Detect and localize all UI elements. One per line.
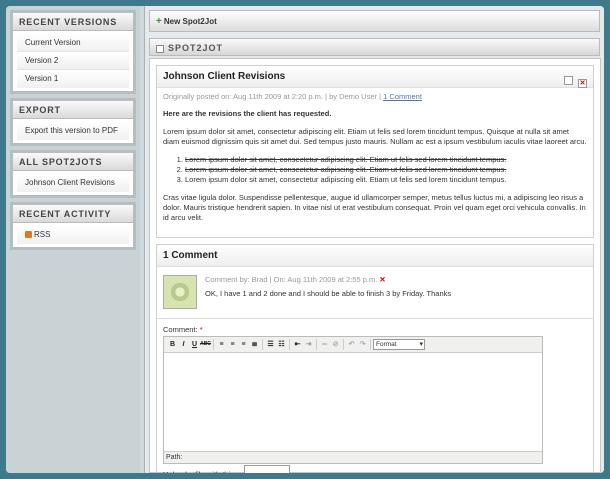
comment-textarea[interactable] [164, 353, 542, 451]
comment: Comment by: Brad | On: Aug 11th 2009 at … [157, 267, 593, 319]
content-panel: Johnson Client Revisions ✕ Originally po… [149, 58, 601, 473]
upload-label: Upload a file with this comment: [157, 464, 593, 473]
redo-icon[interactable]: ↷ [357, 339, 368, 350]
delete-icon[interactable]: ✕ [578, 79, 587, 88]
new-spot2jot-button[interactable]: + New Spot2Jot [156, 16, 217, 27]
post-heading: Here are the revisions the client has re… [163, 109, 332, 118]
recent-activity-panel: RECENT ACTIVITY RSS [10, 202, 136, 250]
avatar [163, 275, 197, 309]
link-icon[interactable]: ∞ [319, 339, 330, 350]
underline-icon[interactable]: U [189, 339, 200, 350]
sidebar-item-current-version[interactable]: Current Version [17, 34, 129, 52]
italic-icon[interactable]: I [178, 339, 189, 350]
post: Johnson Client Revisions ✕ Originally po… [156, 65, 594, 238]
recent-versions-panel: RECENT VERSIONS Current Version Version … [10, 10, 136, 94]
post-title-bar: Johnson Client Revisions ✕ [157, 66, 593, 88]
required-mark: * [199, 325, 203, 334]
list-item: Lorem ipsum dolor sit amet, consectetur … [185, 155, 587, 165]
comment-label: Comment: * [157, 319, 593, 336]
align-justify-icon[interactable]: ≣ [249, 339, 260, 350]
undo-icon[interactable]: ↶ [346, 339, 357, 350]
section-title: SPOT2JOT [168, 43, 224, 53]
file-browse-button[interactable] [244, 465, 290, 473]
bold-icon[interactable]: B [167, 339, 178, 350]
sidebar-item-export-pdf[interactable]: Export this version to PDF [17, 122, 129, 140]
comment-meta: Comment by: Brad | On: Aug 11th 2009 at … [205, 275, 587, 284]
delete-comment-icon[interactable]: ✕ [379, 275, 385, 284]
align-center-icon[interactable]: ≡ [227, 339, 238, 350]
all-spot2jots-panel: ALL SPOT2JOTS Johnson Client Revisions [10, 150, 136, 198]
sidebar: RECENT VERSIONS Current Version Version … [6, 6, 140, 473]
post-paragraph-2: Cras vitae ligula dolor. Suspendisse pel… [163, 193, 586, 222]
edit-icon[interactable] [564, 76, 573, 85]
numbered-list-icon[interactable]: ☷ [276, 339, 287, 350]
align-left-icon[interactable]: ≡ [216, 339, 227, 350]
app-frame: RECENT VERSIONS Current Version Version … [6, 6, 604, 473]
indent-icon[interactable]: ⇥ [303, 339, 314, 350]
format-select[interactable]: Format [373, 339, 425, 350]
post-title: Johnson Client Revisions [163, 71, 286, 82]
export-heading: EXPORT [13, 101, 133, 119]
comment-editor: BIUABC≡≡≡≣☰☷⇤⇥∞⊘↶↷Format Path: [163, 336, 543, 464]
main-area: + New Spot2Jot SPOT2JOT Johnson Client Re… [144, 6, 604, 473]
plus-icon: + [156, 16, 162, 27]
post-meta: Originally posted on: Aug 11th 2009 at 2… [157, 88, 593, 105]
outdent-icon[interactable]: ⇤ [292, 339, 303, 350]
comments-link[interactable]: 1 Comment [383, 92, 422, 101]
comments-section: 1 Comment Comment by: Brad | On: Aug 11t… [156, 244, 594, 473]
post-paragraph-1: Lorem ipsum dolor sit amet, consectetur … [163, 127, 587, 146]
pencil-icon [156, 44, 164, 53]
bullet-list-icon[interactable]: ☰ [265, 339, 276, 350]
unlink-icon[interactable]: ⊘ [330, 339, 341, 350]
recent-versions-heading: RECENT VERSIONS [13, 13, 133, 31]
rss-label: RSS [34, 230, 51, 239]
post-body: Here are the revisions the client has re… [157, 105, 593, 223]
list-item: Lorem ipsum dolor sit amet, consectetur … [185, 175, 587, 185]
all-spot2jots-heading: ALL SPOT2JOTS [13, 153, 133, 171]
post-meta-text: Originally posted on: Aug 11th 2009 at 2… [163, 92, 382, 101]
strikethrough-icon[interactable]: ABC [200, 339, 211, 350]
editor-path: Path: [164, 451, 542, 463]
sidebar-item-version-2[interactable]: Version 2 [17, 52, 129, 70]
post-actions: ✕ [559, 72, 587, 94]
section-header: SPOT2JOT [149, 38, 600, 56]
sidebar-item-johnson-client-revisions[interactable]: Johnson Client Revisions [17, 174, 129, 192]
comment-text: OK, I have 1 and 2 done and I should be … [205, 289, 452, 298]
revision-list: Lorem ipsum dolor sit amet, consectetur … [185, 155, 587, 185]
new-spot2jot-label: New Spot2Jot [163, 17, 217, 26]
rss-icon [25, 231, 32, 239]
main-toolbar: + New Spot2Jot [149, 10, 600, 32]
comment-meta-text: Comment by: Brad | On: Aug 11th 2009 at … [205, 275, 378, 284]
sidebar-item-version-1[interactable]: Version 1 [17, 70, 129, 88]
editor-toolbar: B I U ABC ≡ ≡ ≡ ≣ ☰ ☷ ⇤ ⇥ ∞ ⊘ ↶ ↷ Format [164, 337, 542, 353]
comments-heading: 1 Comment [157, 245, 593, 267]
comment-label-text: Comment: [163, 325, 198, 334]
list-item: Lorem ipsum dolor sit amet, consectetur … [185, 165, 587, 175]
align-right-icon[interactable]: ≡ [238, 339, 249, 350]
recent-activity-heading: RECENT ACTIVITY [13, 205, 133, 223]
sidebar-item-rss[interactable]: RSS [17, 226, 129, 244]
export-panel: EXPORT Export this version to PDF [10, 98, 136, 146]
